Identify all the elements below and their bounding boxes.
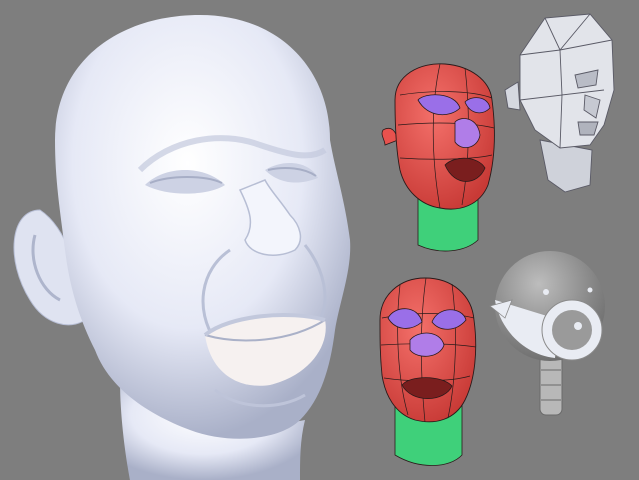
render-canvas: [0, 0, 639, 480]
scene-render: [0, 0, 639, 480]
